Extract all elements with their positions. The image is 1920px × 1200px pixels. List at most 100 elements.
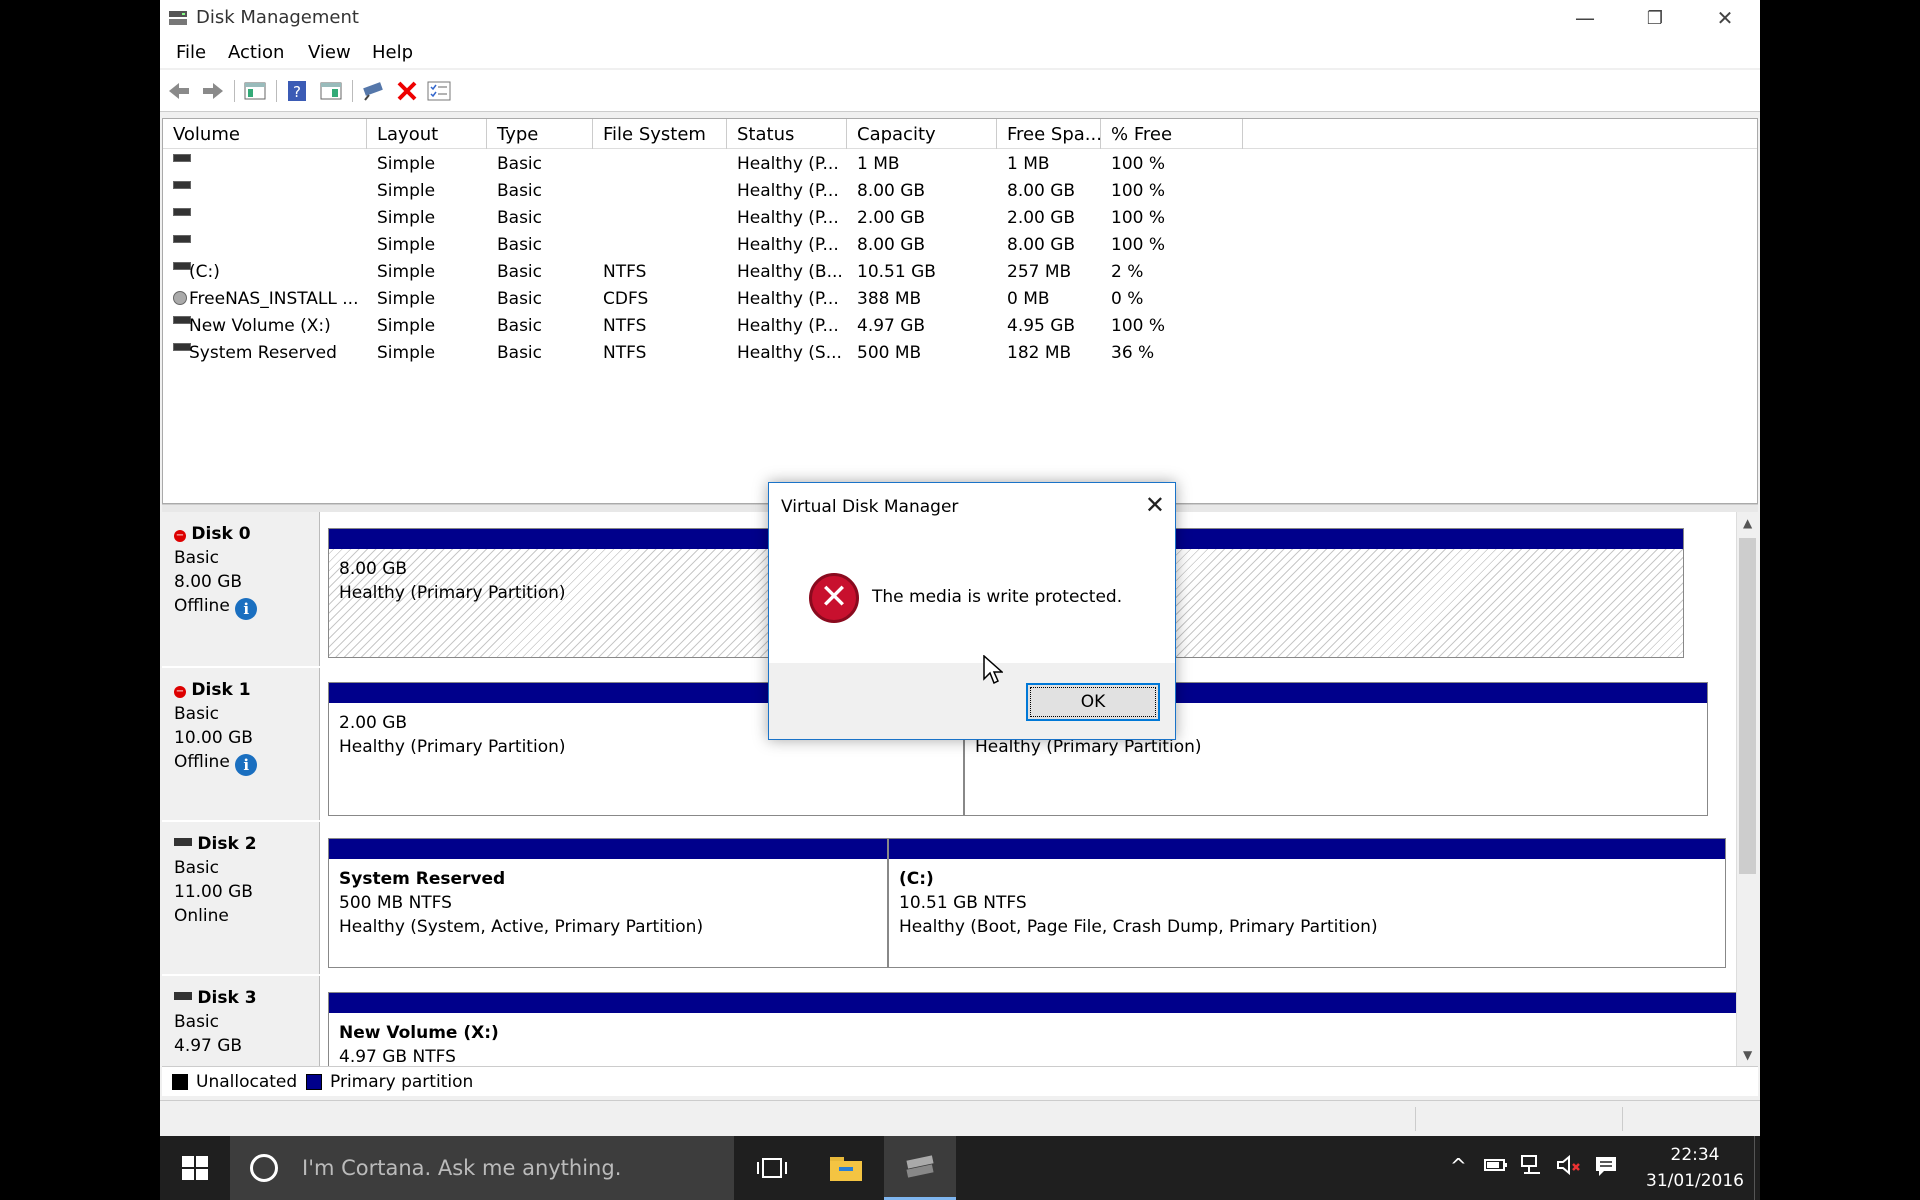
disk-0-size: 8.00 GB [174,572,243,592]
volume-cell-type: Basic [497,343,543,363]
column-header-capacity[interactable]: Capacity [847,119,997,149]
svg-text:?: ? [293,83,301,101]
dialog-footer: OK [769,663,1175,739]
dialog-close-button[interactable]: ✕ [1145,491,1165,519]
column-header-type[interactable]: Type [487,119,593,149]
task-view-icon[interactable] [736,1136,808,1200]
title-bar[interactable]: Disk Management — ❐ ✕ [160,0,1760,36]
volume-cell-free: 0 MB [1007,289,1050,309]
column-header-file-system[interactable]: File System [593,119,727,149]
partition-label: New Volume (X:) [339,1023,499,1043]
file-explorer-icon[interactable] [810,1136,882,1200]
menu-action[interactable]: Action [228,42,284,63]
system-reserved-partition[interactable]: System Reserved 500 MB NTFS Healthy (Sys… [328,838,888,968]
disk-map-scrollbar[interactable]: ▲ ▼ [1736,512,1758,1066]
volume-cell-free: 1 MB [1007,154,1050,174]
volume-icon [173,208,191,216]
volume-row[interactable]: New Volume (X:) Simple Basic NTFS Healthy (P… [163,313,1757,340]
disk-0-label[interactable]: − Disk 0 Basic 8.00 GB Offline i [162,512,320,666]
scroll-down-icon[interactable]: ▼ [1743,1048,1752,1062]
volume-cell-capacity: 4.97 GB [857,316,926,336]
volume-cell-pct: 0 % [1111,289,1144,309]
menu-view[interactable]: View [308,42,351,63]
restore-button[interactable]: ❐ [1620,0,1690,36]
connect-icon[interactable] [360,79,386,103]
volume-cell-type: Basic [497,208,543,228]
volume-cell-layout: Simple [377,289,436,309]
volume-list[interactable]: Volume Layout Type File System Status Ca… [162,118,1758,504]
clock[interactable]: 22:34 31/01/2016 [1646,1142,1744,1194]
partition-status: Healthy (System, Active, Primary Partiti… [339,917,704,937]
volume-cell-free: 2.00 GB [1007,208,1076,228]
ok-button[interactable]: OK [1026,683,1160,721]
volume-cell-status: Healthy (P... [737,208,839,228]
menu-help[interactable]: Help [372,42,413,63]
new-volume-x-partition[interactable]: New Volume (X:) 4.97 GB NTFS [328,992,1758,1066]
disk-1-type: Basic [174,704,220,724]
taskbar: I'm Cortana. Ask me anything. ^ 22:34 31… [160,1136,1760,1200]
windows-logo-icon [182,1156,208,1180]
column-header-percent-free[interactable]: % Free [1101,119,1243,149]
volume-cell-capacity: 1 MB [857,154,900,174]
battery-icon[interactable] [1484,1154,1508,1178]
volume-cell-fs: CDFS [603,289,649,309]
c-drive-partition[interactable]: (C:) 10.51 GB NTFS Healthy (Boot, Page F… [888,838,1726,968]
volume-row[interactable]: Simple Basic Healthy (P... 1 MB 1 MB 100 % [163,151,1757,178]
partition-status: Healthy (Boot, Page File, Crash Dump, Pr… [899,917,1378,937]
volume-row[interactable]: Simple Basic Healthy (P... 8.00 GB 8.00 GB 10… [163,232,1757,259]
disk-3-label[interactable]: Disk 3 Basic 4.97 GB [162,976,320,1066]
volume-cell-pct: 100 % [1111,208,1166,228]
volume-cell-volume: System Reserved [189,343,337,363]
dialog-message: The media is write protected. [872,587,1123,607]
scroll-up-icon[interactable]: ▲ [1743,516,1752,530]
menu-file[interactable]: File [176,42,206,63]
minimize-button[interactable]: — [1550,0,1620,36]
primary-partition-bar [329,993,1758,1013]
start-button[interactable] [160,1136,230,1200]
disk-0-type: Basic [174,548,220,568]
volume-row[interactable]: FreeNAS_INSTALL ... Simple Basic CDFS Health… [163,286,1757,313]
checklist-icon[interactable] [426,79,452,103]
scrollbar-thumb[interactable] [1739,538,1756,874]
back-icon[interactable] [166,79,192,103]
disk-3-size: 4.97 GB [174,1036,243,1056]
column-header-layout[interactable]: Layout [367,119,487,149]
info-icon[interactable]: i [235,598,258,620]
volume-icon [173,181,191,189]
volume-cell-type: Basic [497,316,543,336]
info-icon[interactable]: i [235,754,258,776]
volume-row[interactable]: Simple Basic Healthy (P... 8.00 GB 8.00 GB 10… [163,178,1757,205]
volume-cell-layout: Simple [377,343,436,363]
show-hidden-icons[interactable]: ^ [1450,1154,1467,1178]
cortana-search-box[interactable]: I'm Cortana. Ask me anything. [230,1136,734,1200]
column-header-status[interactable]: Status [727,119,847,149]
console-tree-icon[interactable] [242,79,268,103]
disk-icon [174,992,192,1000]
disk-2-label[interactable]: Disk 2 Basic 11.00 GB Online [162,822,320,974]
volume-muted-icon[interactable] [1556,1154,1582,1181]
volume-cell-fs: NTFS [603,262,647,282]
window-title: Disk Management [196,7,359,28]
disk-3-name: Disk 3 [197,988,257,1008]
disk-1-name: Disk 1 [191,680,251,700]
show-desktop-button[interactable] [1754,1136,1760,1200]
volume-row[interactable]: Simple Basic Healthy (P... 2.00 GB 2.00 GB 10… [163,205,1757,232]
disk-management-taskbar-icon[interactable] [884,1136,956,1200]
forward-icon[interactable] [200,79,226,103]
help-icon[interactable]: ? [284,79,310,103]
disk-1-label[interactable]: − Disk 1 Basic 10.00 GB Offline i [162,668,320,820]
close-button[interactable]: ✕ [1690,0,1760,36]
action-center-icon[interactable] [1594,1154,1618,1183]
delete-icon[interactable] [394,79,420,103]
volume-cell-status: Healthy (S... [737,343,842,363]
disk-1-state: Offline [174,752,230,772]
column-header-volume[interactable]: Volume [163,119,367,149]
volume-cell-layout: Simple [377,235,436,255]
volume-row[interactable]: System Reserved Simple Basic NTFS Healthy (S… [163,340,1757,367]
network-icon[interactable] [1520,1154,1544,1181]
column-header-free-space[interactable]: Free Spa... [997,119,1102,149]
volume-row[interactable]: (C:) Simple Basic NTFS Healthy (B... 10.51 GB… [163,259,1757,286]
volume-cell-free: 8.00 GB [1007,235,1076,255]
properties-icon[interactable] [318,79,344,103]
volume-cell-capacity: 388 MB [857,289,922,309]
